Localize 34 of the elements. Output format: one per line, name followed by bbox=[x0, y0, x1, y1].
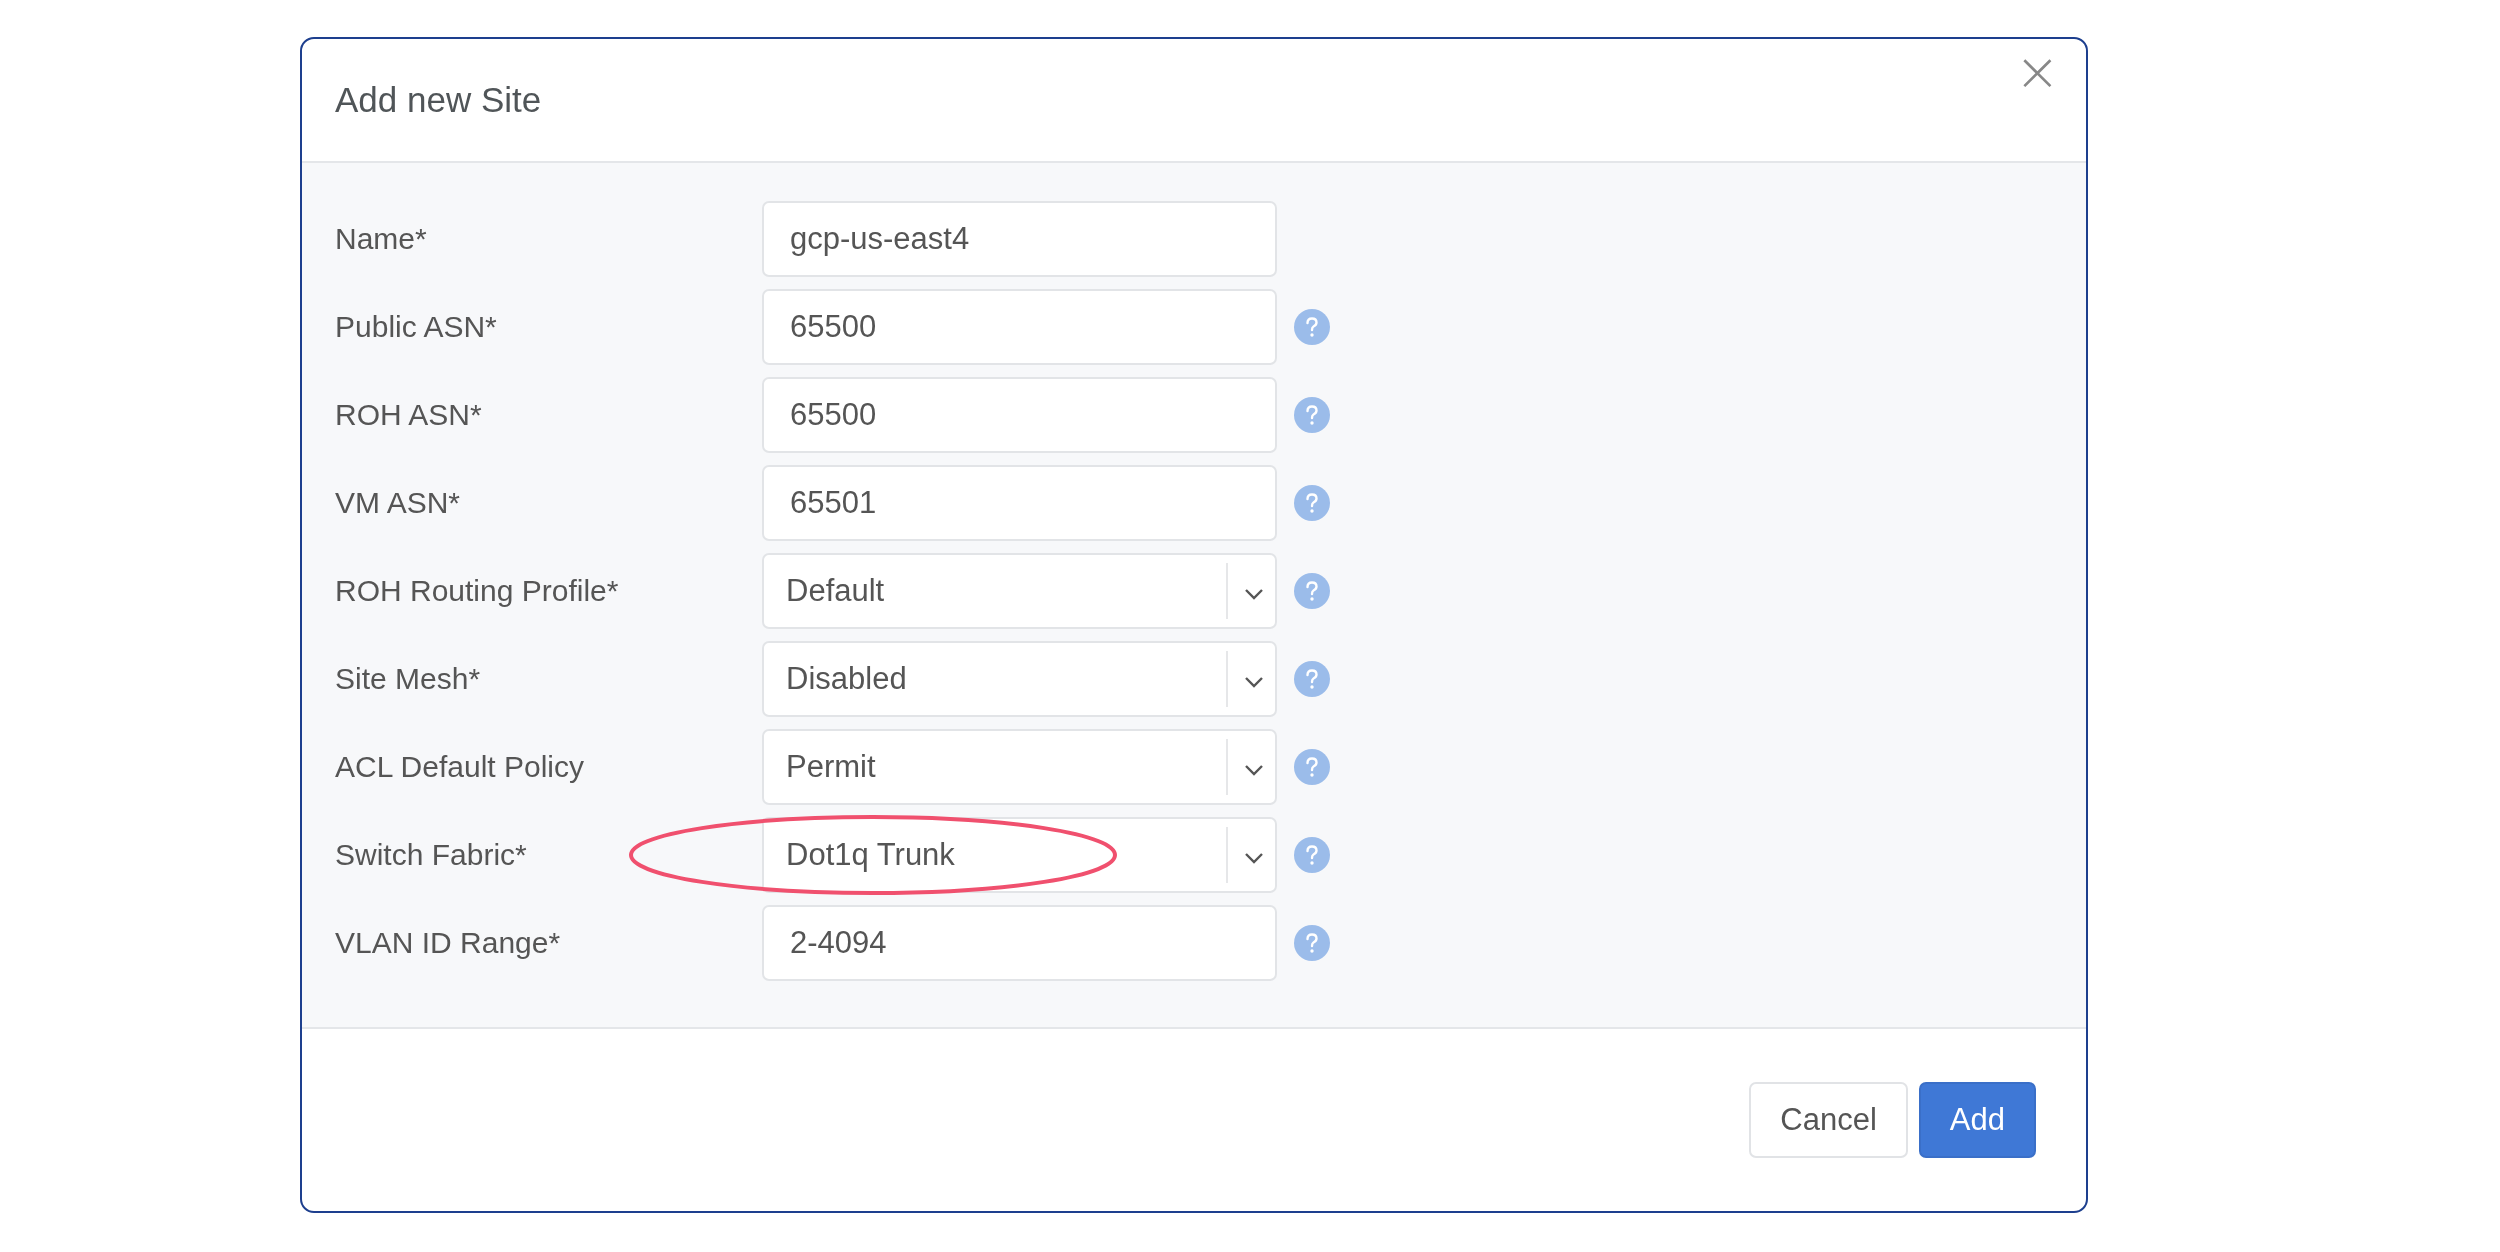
help-icon[interactable] bbox=[1294, 573, 1330, 609]
caret-icon bbox=[1244, 764, 1264, 776]
help-icon[interactable] bbox=[1294, 925, 1330, 961]
caret-icon bbox=[1244, 588, 1264, 600]
help-icon[interactable] bbox=[1294, 485, 1330, 521]
help-icon[interactable] bbox=[1294, 309, 1330, 345]
dialog-title: Add new Site bbox=[335, 80, 542, 120]
dialog-button[interactable]: Add bbox=[1918, 1082, 2036, 1158]
select-field[interactable]: Dot1q Trunk bbox=[762, 817, 1277, 893]
help-icon[interactable] bbox=[1294, 661, 1330, 697]
select-field[interactable]: Disabled bbox=[762, 641, 1277, 717]
input-field[interactable]: gcp-us-east4 bbox=[762, 201, 1277, 277]
field-label: VM ASN* bbox=[335, 486, 462, 520]
input-field[interactable]: 65500 bbox=[762, 289, 1277, 365]
close-button[interactable]: × bbox=[2008, 45, 2066, 99]
field-label: ROH Routing Profile* bbox=[335, 574, 620, 608]
field-label: Name* bbox=[335, 222, 428, 256]
caret-icon bbox=[1244, 852, 1264, 864]
input-field[interactable]: 65501 bbox=[762, 465, 1277, 541]
help-icon[interactable] bbox=[1294, 397, 1330, 433]
field-label: Public ASN* bbox=[335, 310, 498, 344]
help-icon[interactable] bbox=[1294, 749, 1330, 785]
caret-icon bbox=[1244, 676, 1264, 688]
field-label: Switch Fabric* bbox=[335, 838, 528, 872]
field-label: VLAN ID Range* bbox=[335, 926, 562, 960]
input-field[interactable]: 2-4094 bbox=[762, 905, 1277, 981]
select-field[interactable]: Default bbox=[762, 553, 1277, 629]
field-label: Site Mesh* bbox=[335, 662, 482, 696]
field-label: ROH ASN* bbox=[335, 398, 483, 432]
help-icon[interactable] bbox=[1294, 837, 1330, 873]
input-field[interactable]: 65500 bbox=[762, 377, 1277, 453]
select-field[interactable]: Permit bbox=[762, 729, 1277, 805]
dialog-button[interactable]: Cancel bbox=[1749, 1082, 1908, 1158]
field-label: ACL Default Policy bbox=[335, 750, 585, 784]
